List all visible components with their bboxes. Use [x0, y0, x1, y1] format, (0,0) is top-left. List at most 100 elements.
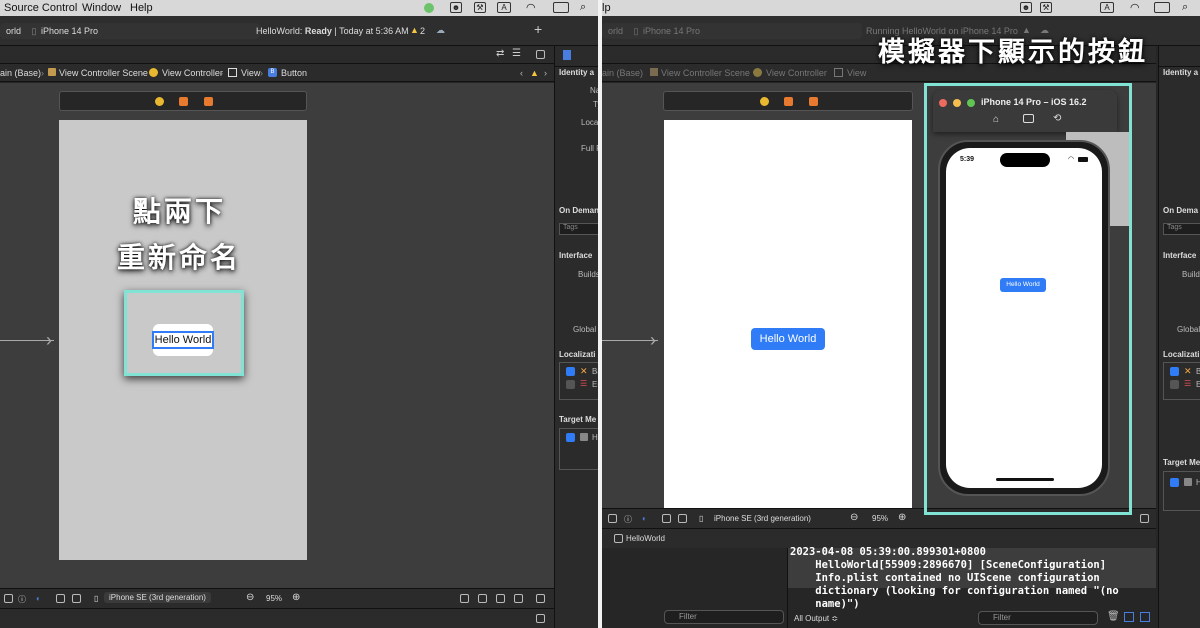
zoom-in-icon[interactable]: ⊕ — [898, 512, 906, 523]
add-icon[interactable]: + — [534, 21, 542, 37]
chevron-right-icon: › — [260, 68, 263, 78]
simulator-caption: 模擬器下顯示的按鈕 — [878, 37, 1148, 67]
view-controller-icon[interactable] — [155, 97, 164, 106]
embed-icon[interactable] — [536, 594, 545, 603]
breadcrumb-controller[interactable]: View Controller — [766, 68, 827, 78]
debug-toolbar: HelloWorld — [602, 528, 1156, 548]
breadcrumb-scheme[interactable]: ain (Base) — [602, 68, 643, 78]
device-selector[interactable]: iPhone SE (3rd generation) — [714, 514, 811, 523]
scheme-selector[interactable]: orld ▯ iPhone 14 Pro — [602, 23, 862, 39]
embed-icon[interactable] — [1140, 514, 1149, 523]
sidebar-toggle-icon[interactable] — [608, 514, 617, 523]
breadcrumb-controller[interactable]: View Controller — [162, 68, 223, 78]
search-icon[interactable]: ⌕ — [1182, 1, 1188, 14]
list-icon[interactable]: ☰ — [512, 48, 521, 59]
tools-icon[interactable]: ⚒ — [474, 2, 486, 13]
search-icon[interactable]: ⌕ — [580, 1, 586, 14]
identity-header: Identity a — [559, 68, 595, 77]
interface-builder-canvas[interactable]: › Hello World — [0, 83, 554, 588]
resolve-issues-icon[interactable] — [514, 594, 523, 603]
device-selector[interactable]: iPhone SE (3rd generation) — [104, 592, 211, 603]
file-inspector-icon[interactable] — [563, 50, 571, 60]
debug-toggle-icon[interactable] — [536, 614, 545, 623]
localization-list: ✕ Ba ☰ En — [1163, 362, 1200, 400]
warning-icon[interactable]: ▲ — [530, 68, 539, 78]
battery-icon[interactable] — [553, 2, 569, 13]
menu-help-cut[interactable]: lp — [602, 2, 611, 14]
trash-icon[interactable]: 🗑 — [1107, 611, 1120, 622]
breadcrumb-scheme[interactable]: ain (Base) — [0, 68, 41, 78]
cat-icon[interactable]: ☻ — [450, 2, 462, 13]
exit-icon[interactable] — [809, 97, 818, 106]
checkbox-unchecked[interactable] — [566, 380, 575, 389]
chevron-left-icon[interactable]: ‹ — [520, 68, 523, 78]
chevron-right-icon[interactable]: › — [544, 68, 547, 78]
hello-world-button[interactable]: Hello World — [751, 328, 825, 350]
breadcrumb-scene[interactable]: View Controller Scene — [661, 68, 750, 78]
refresh-icon[interactable]: ⇄ — [496, 48, 504, 59]
split-editor-icon[interactable] — [536, 50, 545, 59]
wifi-icon[interactable]: ◠ — [1130, 1, 1140, 14]
cat-icon[interactable]: ☻ — [1020, 2, 1032, 13]
checkbox-checked[interactable] — [1170, 367, 1179, 376]
info-icon[interactable]: ⓘ — [18, 594, 26, 605]
exit-icon[interactable] — [204, 97, 213, 106]
orientation-icon[interactable] — [56, 594, 65, 603]
view-controller-icon[interactable] — [760, 97, 769, 106]
location-label: Locat — [581, 118, 598, 127]
breadcrumb-view[interactable]: View — [241, 68, 260, 78]
zoom-out-icon[interactable]: ⊖ — [850, 512, 858, 523]
zoom-out-icon[interactable]: ⊖ — [246, 592, 254, 603]
align-icon[interactable] — [478, 594, 487, 603]
variables-view: Filter — [602, 548, 788, 628]
first-responder-icon[interactable] — [179, 97, 188, 106]
info-icon[interactable]: ⓘ — [624, 514, 632, 525]
sidebar-toggle-icon[interactable] — [4, 594, 13, 603]
wifi-icon[interactable]: ◠ — [526, 1, 536, 14]
checkbox-checked[interactable] — [566, 367, 575, 376]
tools-icon[interactable]: ⚒ — [1040, 2, 1052, 13]
right-pane-icon[interactable] — [1140, 612, 1150, 622]
orientation-icon[interactable] — [662, 514, 671, 523]
split-icon[interactable] — [678, 514, 687, 523]
breadcrumb-scene[interactable]: View Controller Scene — [59, 68, 148, 78]
breadcrumb-view[interactable]: View — [847, 68, 866, 78]
breadcrumb-button[interactable]: Button — [281, 68, 307, 78]
xcode-toolbar: orld ▯ iPhone 14 Pro HelloWorld: Ready |… — [0, 16, 598, 46]
menu-help[interactable]: Help — [130, 2, 153, 14]
on-demand-header: On Deman — [559, 206, 598, 215]
app-icon — [580, 433, 588, 441]
zoom-level: 95% — [872, 514, 889, 523]
appearance-icon[interactable]: ◐ — [36, 594, 41, 603]
variables-filter[interactable]: Filter — [664, 610, 784, 624]
output-selector[interactable]: All Output ≎ — [794, 614, 838, 623]
first-responder-icon[interactable] — [784, 97, 793, 106]
checkbox-checked[interactable] — [566, 433, 575, 442]
tags-field[interactable]: Tags — [559, 223, 598, 235]
menu-window[interactable]: Window — [82, 2, 121, 14]
cloud-icon[interactable]: ☁ — [436, 25, 445, 36]
instruction-line-2: 重新命名 — [117, 242, 242, 273]
split-icon[interactable] — [72, 594, 81, 603]
console-filter[interactable]: Filter — [978, 611, 1098, 625]
zoom-in-icon[interactable]: ⊕ — [292, 592, 300, 603]
input-a-icon[interactable]: A — [1100, 2, 1114, 13]
add-constraints-icon[interactable] — [496, 594, 505, 603]
update-frames-icon[interactable] — [460, 594, 469, 603]
view-controller-screen[interactable] — [664, 120, 912, 508]
appearance-icon[interactable]: ◐ — [642, 514, 647, 523]
button-icon: B — [268, 68, 277, 77]
warning-icon[interactable]: ▲ — [410, 25, 419, 35]
battery-icon[interactable] — [1154, 2, 1170, 13]
storyboard-icon — [650, 68, 658, 76]
checkbox-unchecked[interactable] — [1170, 380, 1179, 389]
scheme-selector[interactable]: orld ▯ iPhone 14 Pro — [0, 23, 260, 39]
menu-source-control[interactable]: Source Control — [4, 2, 77, 14]
input-a-icon[interactable]: A — [497, 2, 511, 13]
left-pane-icon[interactable] — [1124, 612, 1134, 622]
tags-field[interactable]: Tags — [1163, 223, 1200, 235]
checkbox-checked[interactable] — [1170, 478, 1179, 487]
target-helloworld: He — [1196, 478, 1200, 487]
base-icon: ✕ — [1184, 366, 1192, 376]
inspector-divider — [1159, 66, 1200, 67]
